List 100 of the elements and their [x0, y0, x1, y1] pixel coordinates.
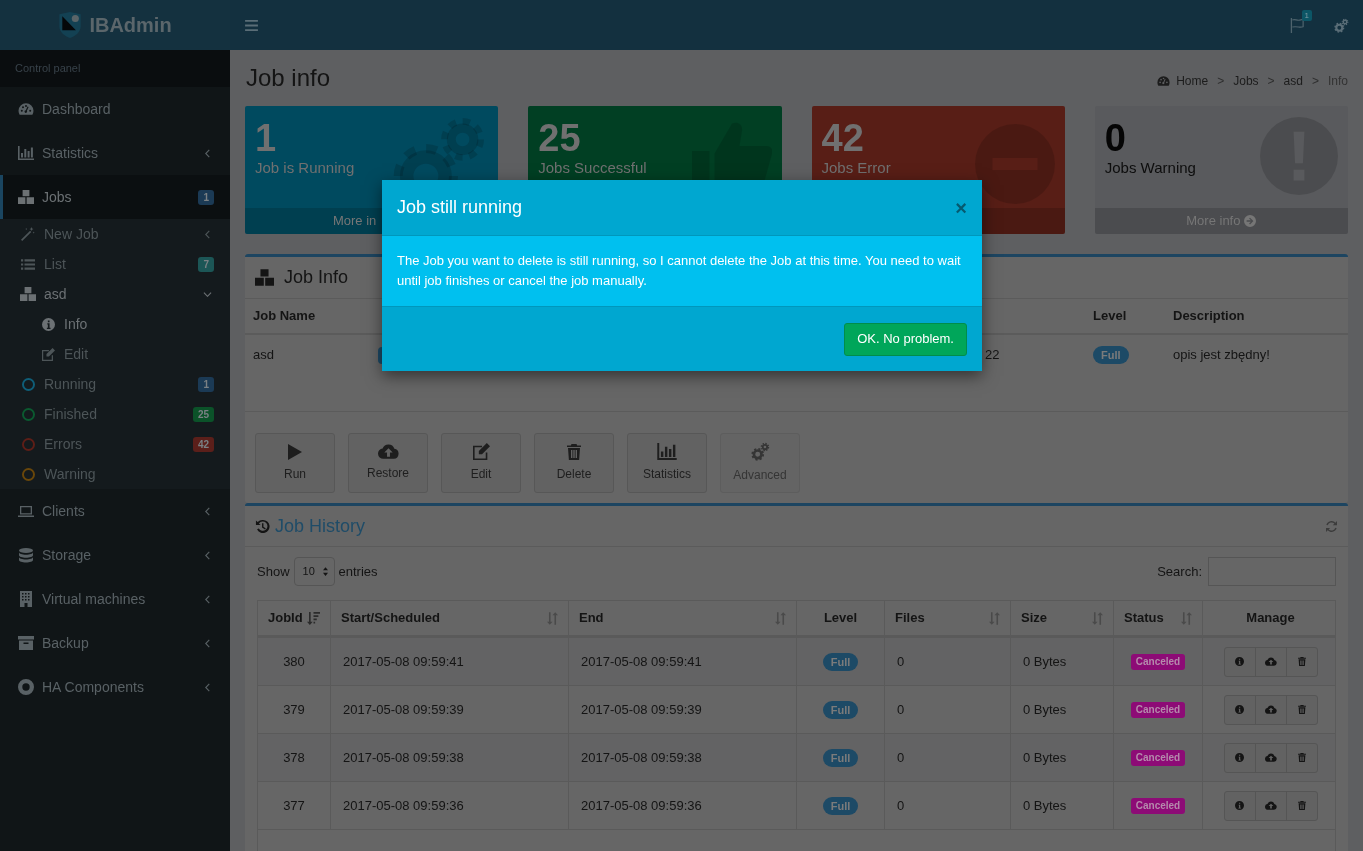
info-button[interactable]: [1223, 646, 1256, 677]
restore-button[interactable]: [1254, 790, 1287, 821]
info-button[interactable]: [1223, 742, 1256, 773]
stat-label: Job is Running: [255, 158, 355, 178]
sidebar-item[interactable]: Virtual machines: [0, 577, 230, 621]
action-button[interactable]: Edit: [441, 433, 521, 493]
menu-button[interactable]: [245, 19, 258, 31]
restore-button[interactable]: [1254, 694, 1287, 725]
sidebar-item[interactable]: Edit: [0, 339, 230, 369]
column-header: Manage: [1246, 609, 1295, 628]
column-header: End: [579, 609, 604, 628]
table-cell-text: 2017-05-08 09:59:36: [343, 796, 464, 815]
delete-button[interactable]: [1285, 790, 1318, 821]
ok-button[interactable]: OK. No problem.: [844, 322, 967, 356]
sidebar-item[interactable]: asd: [0, 279, 230, 309]
info-button[interactable]: [1223, 790, 1256, 821]
breadcrumb-link[interactable]: Jobs: [1233, 72, 1259, 90]
edit-icon: [41, 347, 55, 361]
stat-value: 25: [538, 118, 581, 158]
sidebar-item[interactable]: New Job: [0, 219, 230, 249]
settings-button[interactable]: [1334, 17, 1349, 33]
breadcrumb-separator: >: [1267, 73, 1275, 90]
sort-icon[interactable]: [989, 611, 1000, 625]
refresh-button[interactable]: [1326, 520, 1337, 532]
sidebar-item[interactable]: Errors 42: [0, 429, 230, 459]
database-icon: [19, 547, 33, 563]
action-button[interactable]: Delete: [534, 433, 614, 493]
breadcrumb-separator: >: [1311, 73, 1319, 90]
sidebar-item[interactable]: Dashboard: [0, 87, 230, 131]
sidebar-item[interactable]: Statistics: [0, 131, 230, 175]
column-header: Files: [895, 609, 925, 628]
sort-icon[interactable]: [1181, 611, 1192, 625]
stat-value: 0: [1104, 118, 1126, 158]
sidebar-item[interactable]: Clients: [0, 489, 230, 533]
stat-value: 1: [255, 118, 277, 158]
sidebar-item[interactable]: HA Components: [0, 665, 230, 709]
info-icon: [1235, 753, 1244, 762]
ring-icon: [18, 679, 34, 695]
table-cell-text: 2017-05-08 09:59:38: [343, 748, 464, 767]
action-button[interactable]: Statistics: [627, 433, 707, 493]
column-header: Start/Scheduled: [341, 609, 440, 628]
info-icon: [41, 317, 55, 331]
sidebar-item[interactable]: Backup: [0, 621, 230, 665]
notification-badge: 1: [1301, 9, 1312, 21]
logo-text: IBAdmin: [89, 13, 172, 38]
sidebar-item[interactable]: Running 1: [0, 369, 230, 399]
modal-message: The Job you want to delete is still running, so I cannot delete the Job at this time. You need to wait until job finishes or cancel the job manually.: [382, 236, 982, 306]
info-button[interactable]: [1223, 694, 1256, 725]
delete-button[interactable]: [1285, 646, 1318, 677]
breadcrumb-link[interactable]: Home: [1157, 72, 1209, 90]
action-button[interactable]: Restore: [348, 433, 428, 493]
info-icon: [1235, 705, 1244, 714]
logo-icon: [58, 12, 83, 38]
table-cell-text: 377: [283, 796, 305, 815]
column-header: Size: [1021, 609, 1047, 628]
sort-icon[interactable]: [547, 611, 558, 625]
trash-icon: [1297, 801, 1306, 810]
up-down-arrows-icon: [322, 567, 328, 576]
level-badge: Full: [1093, 346, 1129, 364]
breadcrumb-link[interactable]: asd: [1283, 72, 1303, 90]
restore-button[interactable]: [1254, 646, 1287, 677]
table-cell-text: 0: [897, 652, 905, 671]
column-header: Description: [1173, 307, 1245, 326]
notifications-button[interactable]: [1290, 17, 1305, 33]
close-button[interactable]: ×: [955, 197, 967, 218]
table-cell-text: 0 Bytes: [1023, 700, 1067, 719]
sort-icon[interactable]: [775, 611, 786, 625]
show-label: Show: [257, 562, 290, 581]
sidebar-item[interactable]: Warning: [0, 459, 230, 489]
page-size-select[interactable]: 10: [293, 557, 335, 586]
status-badge: Canceled: [1130, 797, 1186, 814]
stat-value: 42: [821, 118, 864, 158]
action-button[interactable]: Run: [255, 433, 335, 493]
table-cell-text: 2017-05-08 09:59:39: [343, 700, 464, 719]
sort-descending-icon[interactable]: [307, 611, 320, 625]
gears-icon: [1334, 17, 1349, 33]
delete-button[interactable]: [1285, 742, 1318, 773]
level-badge: Full: [822, 796, 859, 815]
sidebar-item[interactable]: Jobs 1: [0, 175, 230, 219]
sort-icon[interactable]: [1092, 611, 1103, 625]
search-label: Search:: [1157, 562, 1202, 581]
sidebar-item[interactable]: Storage: [0, 533, 230, 577]
table-cell-text: 378: [283, 748, 305, 767]
building-icon: [20, 591, 32, 607]
cubes-icon: [255, 269, 274, 286]
edit-icon: [472, 443, 490, 460]
sidebar-header: Control panel: [15, 61, 81, 77]
stat-label: Jobs Successful: [538, 158, 647, 178]
sidebar-item[interactable]: Finished 25: [0, 399, 230, 429]
restore-button[interactable]: [1254, 742, 1287, 773]
trash-icon: [1297, 753, 1306, 762]
delete-button[interactable]: [1285, 694, 1318, 725]
trash-icon: [1297, 705, 1306, 714]
table-cell-text: 2017-05-08 09:59:36: [581, 796, 702, 815]
sidebar-item[interactable]: Info: [0, 309, 230, 339]
stat-label: Jobs Error: [821, 158, 891, 178]
breadcrumb-separator: >: [1217, 73, 1225, 90]
column-header: Job Name: [253, 307, 316, 326]
menu-icon: [245, 19, 258, 31]
sidebar-item[interactable]: List 7: [0, 249, 230, 279]
